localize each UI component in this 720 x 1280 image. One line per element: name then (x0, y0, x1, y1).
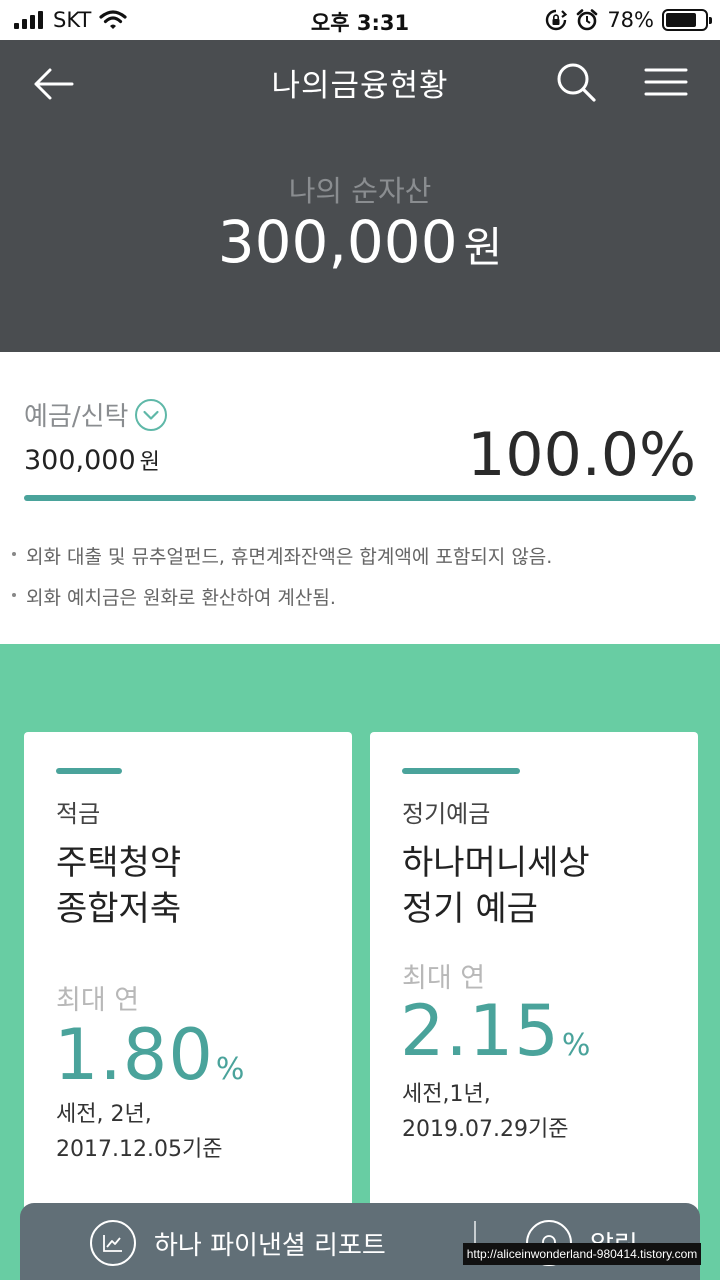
rate-value: 2.15 (400, 990, 560, 1072)
rate-unit: % (215, 1052, 245, 1087)
deposit-amount: 300,000 원 (24, 444, 160, 476)
status-right: 78% (545, 7, 712, 33)
note-item: 외화 예치금은 원화로 환산하여 계산됨. (12, 583, 336, 610)
deposit-section: 예금/신탁 300,000 원 100.0% 외화 대출 및 뮤추얼펀드, 휴면계… (0, 352, 720, 644)
menu-button[interactable] (642, 62, 690, 102)
battery-level (666, 13, 696, 27)
net-assets-unit: 원 (463, 223, 503, 272)
note-text: 외화 예치금은 원화로 환산하여 계산됨. (26, 587, 336, 609)
battery-percent: 78% (607, 8, 654, 32)
net-assets-label: 나의 순자산 (288, 174, 432, 208)
note-text: 외화 대출 및 뮤추얼펀드, 휴면계좌잔액은 합계액에 포함되지 않음. (26, 546, 553, 568)
watermark: http://aliceinwonderland-980414.tistory.… (463, 1243, 701, 1265)
product-name-line1: 주택청약 (56, 843, 182, 883)
rate-value: 1.80 (54, 1014, 214, 1096)
rate-unit: % (561, 1028, 591, 1063)
financial-report-button[interactable]: 하나 파이낸셜 리포트 (90, 1219, 430, 1267)
bottom-bar: 하나 파이낸셜 리포트 알림 (20, 1203, 700, 1280)
products-section: 적금 주택청약 종합저축 최대 연 1.80% 세전, 2년, 2017.12.… (0, 644, 720, 1280)
arrow-left-icon (34, 68, 74, 100)
product-card[interactable]: 정기예금 하나머니세상 정기 예금 최대 연 2.15% 세전,1년, 2019… (370, 732, 698, 1280)
rotation-lock-icon (546, 9, 568, 31)
deposit-category-toggle[interactable]: 예금/신탁 (24, 396, 168, 433)
chevron-down-icon[interactable] (134, 398, 168, 432)
rate-condition-line1: 세전,1년, (402, 1082, 491, 1107)
search-icon (557, 63, 596, 102)
financial-report-label: 하나 파이낸셜 리포트 (154, 1230, 386, 1261)
card-accent-bar (56, 768, 122, 774)
net-assets-amount: 300,000 원 (0, 208, 720, 276)
card-accent-bar (402, 768, 520, 774)
deposit-progress-fill (24, 495, 696, 501)
product-category: 정기예금 (402, 800, 491, 828)
header: 나의금융현황 나의 순자산 300,000 원 (0, 40, 720, 352)
page-title: 나의금융현황 (271, 68, 449, 104)
deposit-percent: 100.0% (467, 420, 696, 490)
max-rate-label: 최대 연 (56, 985, 140, 1016)
battery-icon (662, 9, 712, 31)
back-button[interactable] (30, 62, 78, 106)
search-button[interactable] (554, 60, 598, 104)
hamburger-menu-icon (644, 68, 688, 96)
alarm-clock-icon (577, 9, 598, 31)
note-item: 외화 대출 및 뮤추얼펀드, 휴면계좌잔액은 합계액에 포함되지 않음. (12, 542, 552, 569)
product-rate: 1.80% (54, 1014, 244, 1096)
deposit-amount-unit: 원 (139, 450, 160, 475)
product-name-line1: 하나머니세상 (402, 843, 590, 883)
bullet-icon (12, 551, 16, 556)
chart-line-icon (90, 1220, 136, 1266)
deposit-label: 예금/신탁 (24, 402, 129, 432)
net-assets-value: 300,000 (217, 208, 458, 276)
product-name-line2: 종합저축 (56, 889, 182, 929)
deposit-progress-bar (24, 495, 696, 501)
bullet-icon (12, 592, 16, 597)
rate-condition-line1: 세전, 2년, (56, 1102, 152, 1127)
rate-condition-line2: 2019.07.29기준 (402, 1117, 569, 1142)
product-rate: 2.15% (400, 990, 590, 1072)
deposit-amount-value: 300,000 (24, 445, 136, 476)
product-card[interactable]: 적금 주택청약 종합저축 최대 연 1.80% 세전, 2년, 2017.12.… (24, 732, 352, 1280)
product-name-line2: 정기 예금 (402, 889, 538, 929)
product-category: 적금 (56, 800, 101, 828)
status-bar: SKT 오후 3:31 78% (0, 0, 720, 40)
rate-condition-line2: 2017.12.05기준 (56, 1137, 223, 1162)
